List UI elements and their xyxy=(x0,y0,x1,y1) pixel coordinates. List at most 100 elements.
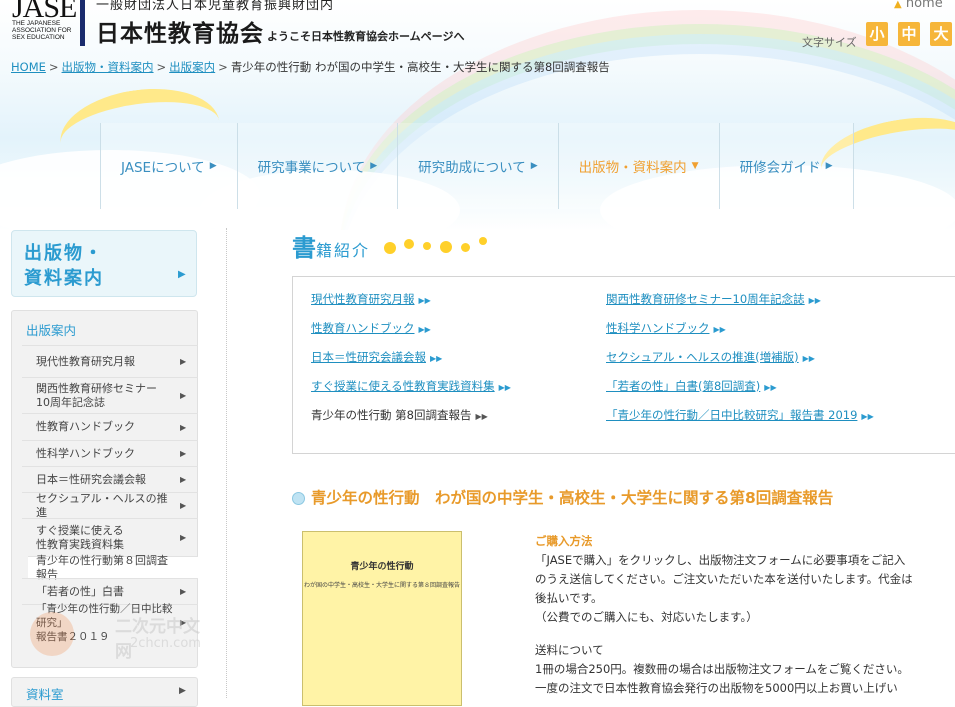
double-arrow-icon: ▶▶ xyxy=(764,383,777,392)
sidebar-item-label: すぐ授業に使える 性教育実践資料集 xyxy=(36,523,124,551)
breadcrumb-publications[interactable]: 出版物・資料案内 xyxy=(62,60,154,74)
sidebar-item[interactable]: セクシュアル・ヘルスの推進 ▶ xyxy=(22,492,198,519)
book-link[interactable]: 現代性教育研究月報 ▶▶ xyxy=(311,291,511,320)
books-section-title: 書籍紹介 xyxy=(292,228,370,263)
breadcrumb-current: 青少年の性行動 わが国の中学生・高校生・大学生に関する第8回調査報告 xyxy=(230,60,610,74)
book-list: 現代性教育研究月報 ▶▶ 性教育ハンドブック ▶▶ 日本＝性研究会議会報 ▶▶ すぐ授… xyxy=(292,276,955,454)
double-arrow-icon: ▶▶ xyxy=(861,412,874,421)
breadcrumb-home[interactable]: HOME xyxy=(11,60,46,74)
nav-label: 出版物・資料案内 xyxy=(578,160,687,176)
font-size-label: 文字サイズ xyxy=(802,36,857,49)
font-size-large-button[interactable]: 大 xyxy=(930,22,952,46)
nav-grants[interactable]: 研究助成について ▶ xyxy=(397,123,558,209)
logo-sub-3: SEX EDUCATION xyxy=(12,34,65,41)
sidebar-item-current[interactable]: 青少年の性行動第８回調査報告 xyxy=(28,554,198,581)
sidebar-item-label: 現代性教育研究月報 xyxy=(36,354,135,368)
purchase-text: 「JASEで購入」をクリックし、出版物注文フォームに必要事項をご記入のうえ送信し… xyxy=(535,553,913,605)
sidebar-title: 出版物・ 資料案内 xyxy=(24,241,104,291)
home-label: home xyxy=(905,0,943,11)
book-link-label: 日本＝性研究会議会報 xyxy=(311,350,426,364)
book-link[interactable]: すぐ授業に使える性教育実践資料集 ▶▶ xyxy=(311,378,511,407)
font-size-small-button[interactable]: 小 xyxy=(866,22,888,46)
book-link[interactable]: 性教育ハンドブック ▶▶ xyxy=(311,320,511,349)
book-link[interactable]: 関西性教育研修セミナー10周年記念誌 ▶▶ xyxy=(606,291,874,320)
book-link[interactable]: 性科学ハンドブック ▶▶ xyxy=(606,320,874,349)
sidebar-item[interactable]: 現代性教育研究月報 ▶ xyxy=(22,345,198,377)
book-link-current: 青少年の性行動 第8回調査報告 ▶▶ xyxy=(311,407,511,436)
double-arrow-icon: ▶▶ xyxy=(802,354,815,363)
sidebar-list: 現代性教育研究月報 ▶ 関西性教育研修セミナー 10周年記念誌 ▶ 性教育ハンドブッ… xyxy=(22,345,198,643)
book-link-label: 関西性教育研修セミナー10周年記念誌 xyxy=(606,292,805,306)
book-link-label: すぐ授業に使える性教育実践資料集 xyxy=(311,379,495,393)
arrow-down-icon: ▼ xyxy=(691,161,699,171)
book-list-right: 関西性教育研修セミナー10周年記念誌 ▶▶ 性科学ハンドブック ▶▶ セクシュアル・… xyxy=(606,291,874,436)
arrow-right-icon: ▶ xyxy=(180,475,187,484)
org-parent: 一般財団法人日本児童教育振興財団内 xyxy=(96,0,335,12)
book-link-label: 性科学ハンドブック xyxy=(606,321,710,335)
book-cover-image: 青少年の性行動 わが国の中学生・高校生・大学生に関する第８回調査報告 xyxy=(302,531,462,706)
breadcrumb-publication-guide[interactable]: 出版案内 xyxy=(169,60,215,74)
dot xyxy=(479,237,487,245)
breadcrumb-separator: > xyxy=(156,60,167,74)
shipping-heading: 送料について xyxy=(535,643,604,657)
arrow-right-icon: ▶ xyxy=(180,449,187,458)
article-title-text: 青少年の性行動 わが国の中学生・高校生・大学生に関する第8回調査報告 xyxy=(311,489,834,507)
book-link-label: セクシュアル・ヘルスの推進(増補版) xyxy=(606,350,799,364)
arrow-right-icon: ▶ xyxy=(180,587,187,596)
arrow-right-icon: ▶ xyxy=(180,391,187,400)
nav-seminars[interactable]: 研修会ガイド ▶ xyxy=(718,123,854,209)
sidebar-item[interactable]: 性教育ハンドブック ▶ xyxy=(22,413,198,440)
title-initial: 書 xyxy=(292,234,316,262)
arrow-right-icon: ▶ xyxy=(179,686,186,696)
nav-label: 研究助成について xyxy=(418,160,526,176)
arrow-right-icon: ▶ xyxy=(530,161,538,171)
dot xyxy=(404,239,414,249)
welcome-text: ようこそ日本性教育協会ホームページへ xyxy=(267,30,465,43)
arrow-right-icon: ▶ xyxy=(180,501,187,510)
book-link[interactable]: 日本＝性研究会議会報 ▶▶ xyxy=(311,349,511,378)
dot xyxy=(461,243,470,252)
arrow-right-icon: ▶ xyxy=(178,269,186,280)
book-link[interactable]: セクシュアル・ヘルスの推進(増補版) ▶▶ xyxy=(606,349,874,378)
global-nav: JASEについて ▶ 研究事業について ▶ 研究助成について ▶ 出版物・資料案内 ▼ … xyxy=(100,123,854,209)
logo-mark: JASE xyxy=(12,0,77,24)
sidebar-item[interactable]: 「若者の性」白書 ▶ xyxy=(22,578,198,604)
sidebar-item[interactable]: 日本＝性研究会議会報 ▶ xyxy=(22,466,198,492)
book-link-label: 「青少年の性行動／日中比較研究」報告書 2019 xyxy=(606,408,858,422)
double-arrow-icon: ▶▶ xyxy=(418,325,431,334)
nav-about[interactable]: JASEについて ▶ xyxy=(100,123,237,209)
book-link[interactable]: 「若者の性」白書(第8回調査) ▶▶ xyxy=(606,378,874,407)
breadcrumb-separator: > xyxy=(48,60,59,74)
dots-decoration xyxy=(384,237,494,257)
logo-sub-2: ASSOCIATION FOR xyxy=(12,27,72,34)
arrow-right-icon: ▶ xyxy=(209,161,217,171)
purchase-heading: ご購入方法 xyxy=(535,534,593,548)
arrow-right-icon: ▶ xyxy=(180,422,187,432)
nav-research[interactable]: 研究事業について ▶ xyxy=(236,123,398,209)
home-link[interactable]: ▲ home xyxy=(894,0,943,11)
shipping-text-2: 一度の注文で日本性教育協会発行の出版物を5000円以上お買い上げい xyxy=(535,681,898,695)
sidebar-item[interactable]: 性科学ハンドブック ▶ xyxy=(22,440,198,466)
sidebar-archive-label: 資料室 xyxy=(26,687,64,702)
breadcrumb-separator: > xyxy=(218,60,228,74)
sidebar-item[interactable]: すぐ授業に使える 性教育実践資料集 ▶ xyxy=(22,518,198,556)
double-arrow-icon: ▶▶ xyxy=(430,354,443,363)
nav-publications[interactable]: 出版物・資料案内 ▼ xyxy=(557,123,719,209)
sidebar-item-label: 日本＝性研究会議会報 xyxy=(36,472,146,486)
sidebar-title-link[interactable]: 出版物・ 資料案内 ▶ xyxy=(11,230,197,297)
nav-label: 研究事業について xyxy=(257,160,366,176)
sidebar-item[interactable]: 関西性教育研修セミナー 10周年記念誌 ▶ xyxy=(22,377,198,413)
sidebar-item-label: 性科学ハンドブック xyxy=(36,446,135,460)
sidebar-item-label: 「若者の性」白書 xyxy=(36,584,124,598)
book-link[interactable]: 「青少年の性行動／日中比較研究」報告書 2019 ▶▶ xyxy=(606,407,874,436)
arrow-right-icon: ▶ xyxy=(180,357,187,366)
jase-logo[interactable]: JASE THE JAPANESE ASSOCIATION FOR SEX ED… xyxy=(12,0,77,46)
sidebar-section-head[interactable]: 出版案内 xyxy=(26,320,76,339)
font-size-medium-button[interactable]: 中 xyxy=(898,22,920,46)
cover-subtitle: わが国の中学生・高校生・大学生に関する第８回調査報告 xyxy=(303,583,460,589)
shipping-text: 1冊の場合250円。複数冊の場合は出版物注文フォームをご覧ください。 xyxy=(535,662,909,676)
site-watermark: 二次元中文网 2chcn.com xyxy=(30,608,201,664)
umbrella-icon xyxy=(30,612,74,656)
logo-bar xyxy=(80,0,85,46)
sidebar-archive[interactable]: 資料室 ▶ xyxy=(11,677,198,707)
